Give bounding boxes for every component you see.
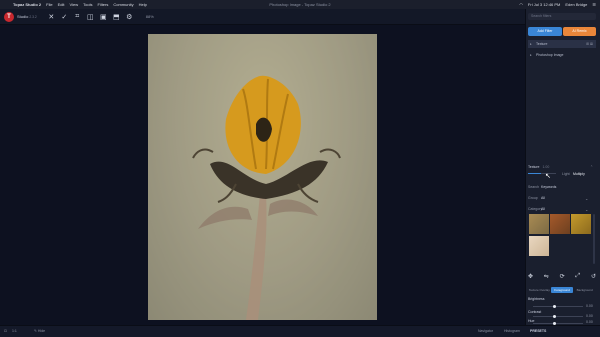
pencil-icon: ✎ (34, 329, 37, 333)
category-select[interactable]: All (541, 207, 545, 211)
layer-texture[interactable]: ▸ Texture ⊞ ⊠ (528, 40, 596, 48)
fit-icon[interactable]: ⊡ (4, 329, 7, 333)
rotate-icon[interactable]: ⟳ (560, 273, 565, 281)
menu-filters[interactable]: Filters (97, 2, 108, 7)
texture-thumbnail[interactable] (550, 214, 570, 234)
texture-filter-header[interactable]: Texture 1.00 ⌃ (528, 164, 596, 171)
mouse-cursor-icon: ↖ (545, 173, 551, 180)
menu-tools[interactable]: Tools (83, 2, 92, 7)
slider-knob[interactable] (553, 305, 556, 308)
ai-remix-button[interactable]: AI Remix (563, 27, 596, 36)
flip-icon[interactable]: ⇋ (544, 273, 549, 281)
move-icon[interactable]: ✥ (528, 273, 533, 281)
menu-edit[interactable]: Edit (58, 2, 65, 7)
layer-options-icon[interactable]: ⊞ ⊠ (586, 40, 593, 48)
mask-icon[interactable]: ▣ (99, 12, 108, 21)
navigator-tab[interactable]: Navigator (478, 329, 493, 333)
scale-icon[interactable]: ⤢ (575, 273, 580, 281)
close-image-icon[interactable]: ✕ (47, 12, 56, 21)
chevron-down-icon[interactable]: ⌄ (585, 196, 588, 201)
contrast-slider[interactable] (533, 316, 583, 317)
opacity-slider[interactable] (528, 173, 556, 174)
search-by-label: Search (528, 185, 540, 189)
export-icon[interactable]: ⬒ (112, 12, 121, 21)
reset-icon[interactable]: ↺ (591, 273, 596, 281)
blend-light[interactable]: Light (562, 172, 570, 176)
datetime: Fri Jul 3 12:46 PM (527, 2, 561, 7)
zoom-level[interactable]: 88% (146, 14, 154, 19)
settings-gear-icon[interactable]: ⚙ (125, 12, 134, 21)
toolbar: T Studio2.3.2 ✕ ✓ ⌗ ◫ ▣ ⬒ ⚙ 88% ↶ ↷ (0, 9, 600, 25)
menu-community[interactable]: Community (113, 2, 133, 7)
slider-knob[interactable] (553, 315, 556, 318)
overlay-segment-control: Texture Overlay Foreground Background (528, 287, 596, 293)
search-by-value[interactable]: Keywords (541, 185, 556, 189)
layer-label: Photoshop Image (536, 53, 564, 57)
crop-icon[interactable]: ⌗ (73, 12, 82, 21)
sunflower-photo-icon (148, 34, 377, 320)
zoom-ratio[interactable]: 1:1 (12, 329, 17, 333)
segment-background[interactable]: Background (573, 287, 596, 293)
add-filter-button[interactable]: Add Filter (528, 27, 562, 36)
adjust-label: Contrast (528, 310, 542, 314)
expand-arrow-icon[interactable]: ▸ (530, 51, 532, 59)
texture-title: Texture (528, 165, 540, 169)
segment-foreground[interactable]: Foreground (550, 287, 574, 293)
filter-search-input[interactable]: Search filters (528, 13, 596, 20)
wifi-icon[interactable]: ◠ (519, 2, 523, 7)
group-label: Group (528, 196, 538, 200)
status-bar: ⊡ 1:1 ✎ Hide Navigator Histogram PRESETS (0, 325, 600, 337)
menu-list-icon[interactable]: ☰ (592, 2, 596, 7)
expand-arrow-icon[interactable]: ▸ (530, 40, 532, 48)
compare-icon[interactable]: ◫ (86, 12, 95, 21)
app-menu[interactable]: Topaz Studio 2 (13, 2, 41, 7)
layer-original-image[interactable]: ▸ Photoshop Image (528, 51, 596, 59)
blend-mode-select[interactable]: Multiply (573, 172, 585, 176)
collapse-icon[interactable]: ⌃ (590, 164, 593, 171)
hide-button[interactable]: ✎ Hide (34, 329, 45, 333)
adjust-value: 0.00 (586, 304, 593, 308)
studio-label: Studio2.3.2 (17, 14, 37, 19)
apply-check-icon[interactable]: ✓ (60, 12, 69, 21)
texture-thumbnail[interactable] (571, 214, 591, 234)
texture-tools: ✥ ⇋ ⟳ ⤢ ↺ (528, 273, 596, 281)
menu-file[interactable]: File (46, 2, 52, 7)
opacity-fill (528, 173, 541, 174)
menu-view[interactable]: View (70, 2, 79, 7)
hue-slider[interactable] (533, 323, 583, 324)
topaz-logo-icon: T (4, 11, 14, 22)
segment-texture-overlay[interactable]: Texture Overlay (528, 287, 551, 293)
presets-tab[interactable]: PRESETS (530, 329, 546, 333)
menu-bar: Topaz Studio 2 File Edit View Tools Filt… (0, 0, 600, 9)
photo-canvas-image[interactable] (148, 34, 377, 320)
texture-thumbnail[interactable] (529, 236, 549, 256)
adjust-value: 0.00 (586, 314, 593, 318)
histogram-tab[interactable]: Histogram (504, 329, 520, 333)
menu-help[interactable]: Help (139, 2, 147, 7)
adjust-label: Brightness (528, 297, 545, 301)
user-name[interactable]: Eden Bridge (565, 2, 587, 7)
adjust-value: 0.00 (586, 320, 593, 324)
thumbnail-scrollbar[interactable] (593, 214, 595, 264)
group-select[interactable]: All (541, 196, 545, 200)
brightness-slider[interactable] (533, 306, 583, 307)
texture-amount: 1.00 (542, 165, 550, 169)
chevron-down-icon[interactable]: ⌄ (585, 207, 588, 212)
texture-thumbnail[interactable] (529, 214, 549, 234)
layer-label: Texture (536, 42, 548, 46)
